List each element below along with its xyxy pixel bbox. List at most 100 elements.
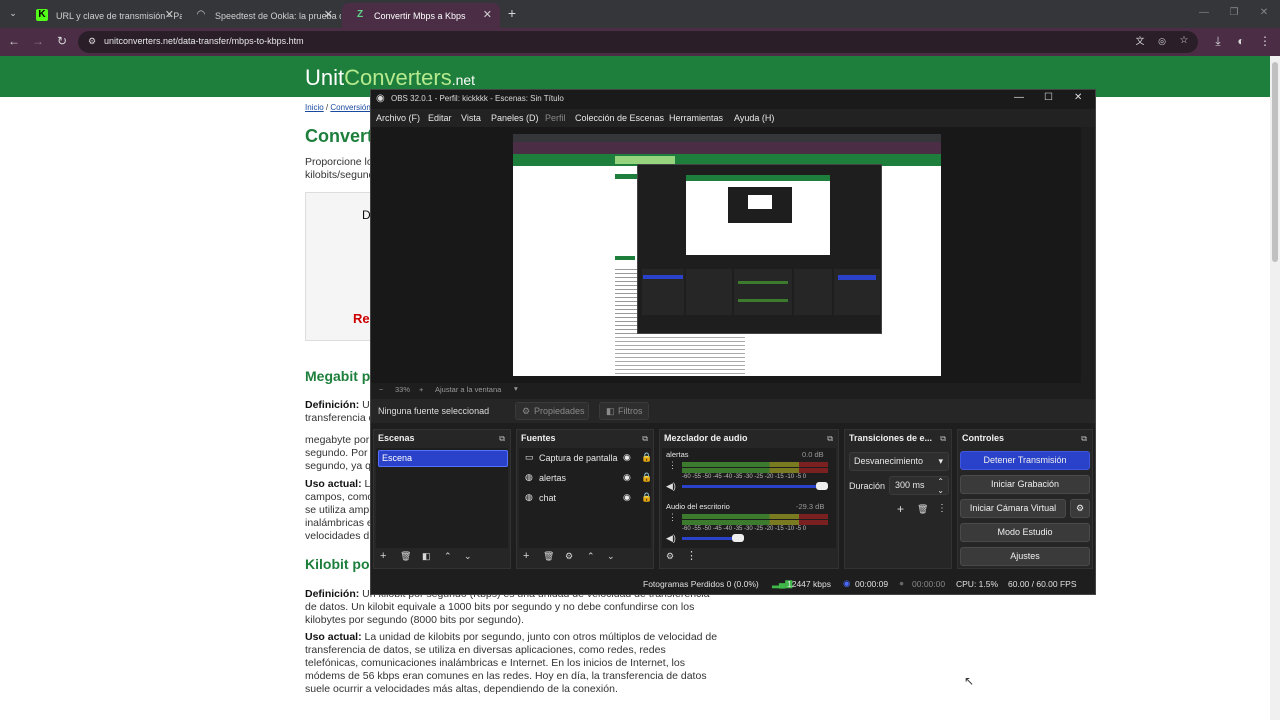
tab-unitconverters[interactable]: Z Convertir Mbps a Kbps ✕ [342,3,500,28]
menu-ayuda[interactable]: Ayuda (H) [734,113,774,123]
uso-line-4: inalámbricas e [305,517,373,529]
tab-kick[interactable]: K URL y clave de transmisión - Pa ✕ [24,3,182,28]
trash-icon[interactable]: 🗑 [917,504,928,515]
undock-icon[interactable]: ⧉ [1081,434,1087,444]
menu-herramientas[interactable]: Herramientas [669,113,723,123]
record-icon: ● [899,578,905,588]
lock-icon[interactable]: 🔒 [641,492,652,503]
undock-icon[interactable]: ⧉ [642,434,648,444]
zoom-level: 33% [395,385,411,394]
fit-window[interactable]: Ajustar a la ventana [435,385,501,394]
settings-button[interactable]: Ajustes [960,547,1090,566]
undock-icon[interactable]: ⧉ [499,434,505,444]
breadcrumb-home[interactable]: Inicio [305,103,324,112]
menu-dots-icon[interactable]: ⋮ [1257,34,1273,50]
menu-perfil[interactable]: Perfil [545,113,566,123]
menu-dots-icon[interactable]: ⋮ [686,550,697,562]
chevron-up-icon[interactable]: ⌃ [444,550,452,562]
new-tab-icon[interactable]: + [504,6,520,22]
volume-slider-handle[interactable] [732,534,744,542]
add-icon[interactable]: + [523,550,529,562]
logo-net: .net [451,72,476,88]
eye-icon[interactable]: ◉ [623,472,631,483]
mixer-settings-icon[interactable]: ⚙ [666,550,674,562]
eye-off-icon[interactable]: ◎ [1154,34,1170,50]
profile-avatar-icon[interactable]: ◐ [1233,34,1249,50]
menu-editar[interactable]: Editar [428,113,452,123]
speaker-icon[interactable]: ◀) [666,481,676,492]
chevron-down-icon[interactable]: ▾ [514,384,518,393]
lock-icon[interactable]: 🔒 [641,452,652,463]
source-row[interactable]: ◍ alertas ◉ 🔒 [523,470,655,488]
chevron-up-icon[interactable]: ⌃ [587,550,595,562]
card-reset[interactable]: Re [353,312,370,326]
preview-scrollbar-track[interactable] [1081,127,1095,383]
zoom-out-icon[interactable]: − [379,385,383,394]
close-icon[interactable]: ✕ [483,8,492,21]
close-window-icon[interactable]: ✕ [1256,6,1272,22]
volume-slider-handle[interactable] [816,482,828,490]
virtual-camera-settings-button[interactable]: ⚙ [1070,499,1090,518]
start-recording-button[interactable]: Iniciar Grabación [960,475,1090,494]
close-icon[interactable]: ✕ [165,8,174,21]
volume-slider[interactable] [682,485,828,488]
add-icon[interactable]: + [897,502,904,516]
tab-search-icon[interactable]: ⌄ [5,6,21,22]
menu-paneles[interactable]: Paneles (D) [491,113,539,123]
obs-minimize-icon[interactable]: — [1014,92,1024,103]
preview-area[interactable] [371,127,1095,383]
eye-icon[interactable]: ◉ [623,452,631,463]
restore-icon[interactable]: ❐ [1226,6,1242,22]
source-row[interactable]: ◍ chat ◉ 🔒 [523,490,655,508]
menu-dots-icon[interactable]: ⋮ [937,503,947,514]
scroll-thumb[interactable] [1272,62,1278,262]
menu-vista[interactable]: Vista [461,113,481,123]
zoom-in-icon[interactable]: + [419,385,423,394]
filter-icon[interactable]: ◧ [422,550,431,562]
menu-archivo[interactable]: Archivo (F) [376,113,420,123]
undock-icon[interactable]: ⧉ [940,434,946,444]
preview-inner-obs [728,187,792,223]
minimize-icon[interactable]: — [1196,6,1212,22]
menu-dots-icon[interactable]: ⋮ [668,460,677,471]
eye-icon[interactable]: ◉ [623,492,631,503]
reload-icon[interactable]: ↻ [54,34,70,50]
close-icon[interactable]: ✕ [324,8,333,21]
download-icon[interactable]: ⤓ [1210,34,1226,50]
site-info-icon[interactable]: ⚙ [84,34,100,50]
undock-icon[interactable]: ⧉ [827,434,833,444]
menu-dots-icon[interactable]: ⋮ [668,512,677,523]
obs-maximize-icon[interactable]: ☐ [1044,92,1053,103]
speaker-icon[interactable]: ◀) [666,533,676,544]
scene-item[interactable]: Escena [378,450,508,467]
source-row[interactable]: ▭ Captura de pantalla ◉ 🔒 [523,450,655,468]
virtual-camera-button[interactable]: Iniciar Cámara Virtual [960,499,1066,518]
transition-select[interactable]: Desvanecimiento ▾ [849,452,949,471]
site-logo[interactable]: UnitConverters.net [305,65,475,91]
gear-icon[interactable]: ⚙ [565,550,573,562]
back-icon[interactable]: ← [6,34,22,50]
forward-icon[interactable]: → [30,34,46,50]
url-input[interactable]: ⚙ unitconverters.net/data-transfer/mbps-… [78,31,1198,53]
page-scrollbar[interactable] [1270,56,1280,720]
stop-stream-button[interactable]: Detener Transmisión [960,451,1090,470]
obs-window: ◉ OBS 32.0.1 - Perfil: kickkkk - Escenas… [370,89,1096,595]
chevron-down-icon[interactable]: ⌄ [607,550,615,562]
lock-icon[interactable]: 🔒 [641,472,652,483]
bookmark-star-icon[interactable]: ☆ [1176,34,1192,50]
properties-button[interactable]: ⚙ Propiedades [515,402,589,420]
volume-meter [682,514,828,519]
tab-speedtest[interactable]: ◠ Speedtest de Ookla: la prueba d ✕ [183,3,341,28]
trash-icon[interactable]: 🗑 [543,550,554,562]
menu-coleccion[interactable]: Colección de Escenas [575,113,664,123]
spin-down-icon[interactable]: ⌄ [937,482,944,499]
obs-close-icon[interactable]: ✕ [1074,92,1082,103]
trash-icon[interactable]: 🗑 [400,550,411,562]
translate-icon[interactable]: 文 [1132,34,1148,50]
stream-preview[interactable] [513,134,941,376]
add-icon[interactable]: + [380,550,386,562]
studio-mode-button[interactable]: Modo Estudio [960,523,1090,542]
duration-input[interactable]: 300 ms ⌃ ⌄ [889,476,949,495]
chevron-down-icon[interactable]: ⌄ [464,550,472,562]
filters-button[interactable]: ◧ Filtros [599,402,649,420]
